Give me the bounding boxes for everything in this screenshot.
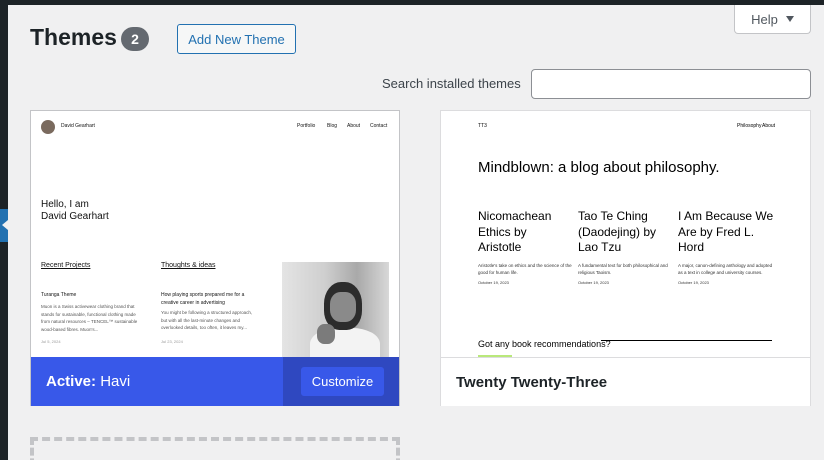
active-theme-bar: Active: Havi Customize	[31, 357, 399, 406]
theme-screenshot-havi[interactable]: David Gearhart Portfolio Blog About Cont…	[31, 111, 399, 357]
book-title-line: Hord	[678, 240, 705, 254]
avatar	[41, 120, 55, 134]
current-menu-arrow-icon	[2, 220, 8, 230]
preview-recs-heading: Got any book recommendations?	[478, 339, 611, 349]
book-title-line: Aristotle	[478, 240, 522, 254]
book-desc-line: religious Taoism.	[578, 270, 612, 275]
preview-date: Jul 5, 2024	[41, 339, 61, 344]
add-new-theme-placeholder[interactable]	[30, 437, 400, 460]
theme-card-twenty-twenty-three[interactable]: TT3 Philosophy About Mindblown: a blog a…	[440, 110, 811, 406]
active-theme-name: Active: Havi	[46, 373, 130, 390]
preview-item-title: How playing sports prepared me for a cre…	[161, 291, 244, 307]
preview-text-line: You might be following a structured appr…	[161, 310, 253, 315]
book-title-line: (Daodejing) by	[578, 224, 657, 239]
current-menu-marker	[0, 209, 8, 242]
page-title: Themes	[30, 24, 117, 50]
preview-nav-item: About	[762, 123, 776, 129]
book-desc-line: A fundamental text for both philosophica…	[578, 263, 668, 268]
preview-book-title: Nicomachean Ethics by Aristotle	[478, 209, 578, 256]
book-title-line: Ethics by	[478, 224, 527, 239]
preview-item-title: Turanga Theme	[41, 292, 77, 298]
search-label: Search installed themes	[382, 76, 521, 91]
preview-headline: Mindblown: a blog about philosophy.	[478, 159, 720, 176]
theme-card-havi[interactable]: David Gearhart Portfolio Blog About Cont…	[30, 110, 400, 406]
preview-divider	[601, 340, 772, 341]
add-new-theme-button[interactable]: Add New Theme	[177, 24, 296, 54]
preview-nav-item: Contact	[370, 123, 388, 129]
preview-hero: Hello, I am David Gearhart	[41, 199, 109, 223]
preview-date: Jul 23, 2024	[161, 339, 183, 344]
preview-nav-item: About	[347, 123, 361, 129]
portrait-hand	[317, 324, 335, 344]
preview-book-desc: A major, canon-defining anthology and ad…	[678, 262, 774, 276]
preview-text-line: overlooked details, too often, it leaves…	[161, 325, 247, 330]
book-desc-line: A major, canon-defining anthology and ad…	[678, 263, 773, 268]
preview-item-text: You might be following a structured appr…	[161, 309, 252, 332]
book-desc-line: Aristotle's take on ethics and the scien…	[478, 263, 572, 268]
preview-text-line: wood-based fibres. Muon's...	[41, 326, 99, 332]
admin-bar	[0, 0, 824, 5]
preview-nav-item: Blog	[327, 123, 338, 129]
preview-site-name: David Gearhart	[61, 123, 95, 129]
active-label: Active:	[46, 373, 97, 390]
preview-date: October 19, 2023	[678, 280, 709, 285]
book-title-line: Are by Fred L.	[678, 224, 755, 239]
theme-name: Twenty Twenty-Three	[456, 374, 608, 391]
preview-text-line: stands for sustainable, functional cloth…	[41, 311, 136, 317]
preview-col-heading: Thoughts & ideas	[161, 262, 216, 269]
preview-book-title: I Am Because We Are by Fred L. Hord	[678, 209, 778, 256]
book-title-line: Tao Te Ching	[578, 209, 648, 223]
preview-portrait-image	[282, 262, 389, 357]
caret-down-icon	[785, 16, 794, 22]
book-title-line: Nicomachean	[478, 209, 552, 223]
preview-title-line: creative career in advertising	[161, 300, 225, 306]
book-desc-line: good for human life.	[478, 270, 518, 275]
preview-hero-line: Hello, I am	[41, 199, 89, 210]
book-title-line: I Am Because We	[678, 209, 774, 223]
search-themes-input[interactable]	[531, 69, 811, 99]
preview-book-desc: Aristotle's take on ethics and the scien…	[478, 262, 574, 276]
book-desc-line: as a text in college and university cour…	[678, 270, 763, 275]
book-title-line: Lao Tzu	[578, 240, 622, 254]
help-tab-button[interactable]: Help	[734, 5, 811, 34]
portrait-face	[330, 292, 356, 322]
theme-count-badge: 2	[121, 27, 149, 51]
help-label: Help	[751, 11, 778, 27]
theme-screenshot-twenty-twenty-three[interactable]: TT3 Philosophy About Mindblown: a blog a…	[441, 111, 810, 357]
preview-book-title: Tao Te Ching (Daodejing) by Lao Tzu	[578, 209, 678, 256]
theme-name-bar: Twenty Twenty-Three	[441, 357, 810, 406]
preview-title-line: How playing sports prepared me for a	[161, 292, 245, 298]
customize-button[interactable]: Customize	[301, 367, 384, 396]
preview-text-line: but with all the last-minute changes and	[161, 317, 241, 323]
preview-book-desc: A fundamental text for both philosophica…	[578, 262, 674, 276]
preview-site-logo: TT3	[478, 123, 487, 129]
preview-hero-line: David Gearhart	[41, 211, 109, 222]
preview-item-text: Muon is a Swiss activewear clothing bran…	[41, 303, 137, 333]
preview-date: October 19, 2023	[578, 280, 609, 285]
theme-name: Havi	[100, 373, 131, 390]
preview-nav-item: Philosophy	[737, 123, 762, 129]
preview-text-line: Muon is a Swiss activewear clothing bran…	[41, 304, 135, 309]
preview-date: October 19, 2023	[478, 280, 509, 285]
preview-col-heading: Recent Projects	[41, 262, 91, 269]
preview-nav-item: Portfolio	[297, 123, 316, 129]
preview-text-line: from natural resources – TENCEL™ sustain…	[41, 319, 138, 324]
